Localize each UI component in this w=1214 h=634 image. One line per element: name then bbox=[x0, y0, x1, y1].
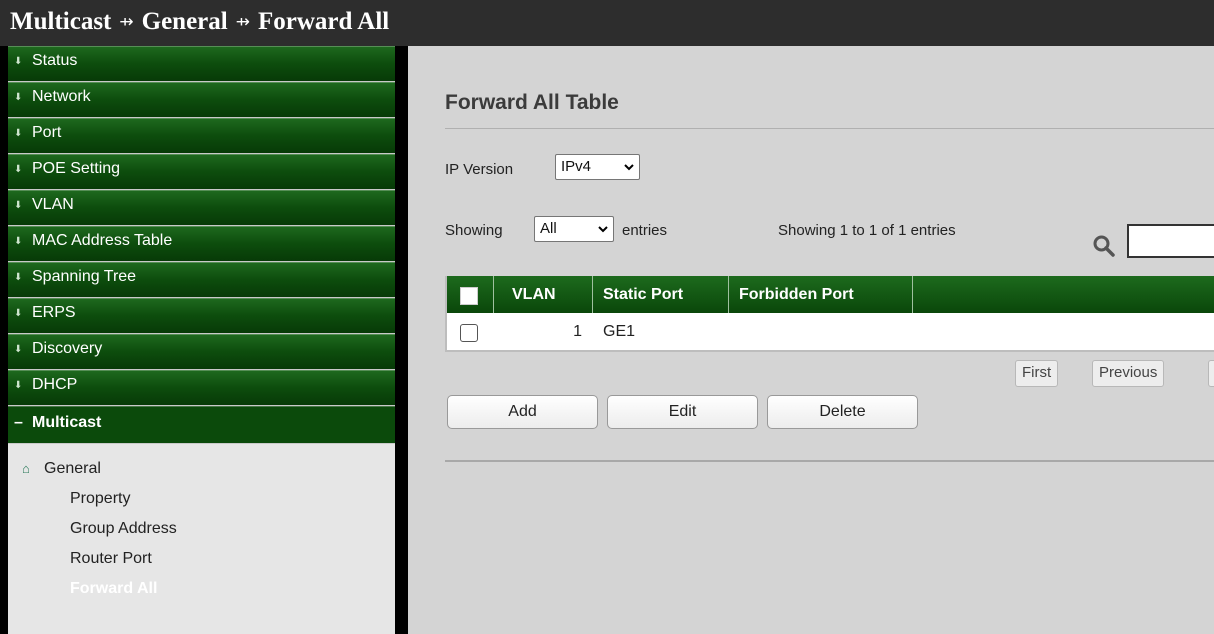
ip-version-select[interactable]: IPv4 bbox=[555, 154, 640, 180]
submenu-link-forward-all[interactable]: Forward All bbox=[8, 574, 395, 604]
sidebar-item-poe-setting[interactable]: ⬇ POE Setting bbox=[8, 154, 395, 190]
sidebar-item-multicast[interactable]: – Multicast bbox=[8, 406, 395, 444]
add-button[interactable]: Add bbox=[447, 395, 598, 429]
sidebar-item-label: DHCP bbox=[32, 376, 78, 393]
sidebar-item-status[interactable]: ⬇ Status bbox=[8, 46, 395, 82]
divider bbox=[445, 128, 1214, 129]
submenu-link-router-port[interactable]: Router Port bbox=[8, 544, 395, 574]
submenu-group-label: General bbox=[44, 460, 101, 477]
double-chevron-down-icon: ⬇ bbox=[14, 380, 23, 391]
table-header: VLAN Static Port Forbidden Port bbox=[447, 276, 1214, 313]
arrow-right-icon: ⇸ bbox=[119, 12, 134, 32]
sidebar-item-network[interactable]: ⬇ Network bbox=[8, 82, 395, 118]
breadcrumb: Multicast ⇸ General ⇸ Forward All bbox=[0, 0, 1214, 46]
sidebar-item-dhcp[interactable]: ⬇ DHCP bbox=[8, 370, 395, 406]
arrow-right-icon: ⇸ bbox=[235, 12, 250, 32]
entries-select[interactable]: All bbox=[534, 216, 614, 242]
double-chevron-down-icon: ⬇ bbox=[14, 308, 23, 319]
collapse-icon: – bbox=[14, 414, 23, 431]
multicast-submenu: ⌂ General Property Group Address Router P… bbox=[8, 444, 395, 604]
forward-all-table: VLAN Static Port Forbidden Port 1 GE1 bbox=[445, 276, 1214, 352]
cell-static-port: GE1 bbox=[603, 323, 636, 340]
pager-next-button[interactable] bbox=[1208, 360, 1214, 387]
sidebar-item-spanning-tree[interactable]: ⬇ Spanning Tree bbox=[8, 262, 395, 298]
entries-prefix-label: Showing bbox=[445, 222, 503, 239]
chevron-down-icon bbox=[624, 164, 634, 171]
sidebar-item-label: MAC Address Table bbox=[32, 232, 173, 249]
cell-vlan: 1 bbox=[573, 323, 582, 340]
sidebar-nav: ⬇ Status ⬇ Network ⬇ Port ⬇ POE Setting ⬇ VLA… bbox=[8, 46, 395, 634]
submenu-link-group-address[interactable]: Group Address bbox=[8, 514, 395, 544]
select-all-checkbox[interactable] bbox=[460, 287, 478, 305]
edit-button[interactable]: Edit bbox=[607, 395, 758, 429]
sidebar-item-label: Status bbox=[32, 52, 78, 69]
sidebar-item-erps[interactable]: ⬇ ERPS bbox=[8, 298, 395, 334]
double-chevron-down-icon: ⬇ bbox=[14, 200, 23, 211]
breadcrumb-item-multicast: Multicast bbox=[10, 8, 112, 35]
submenu-link-property[interactable]: Property bbox=[8, 484, 395, 514]
sidebar-item-discovery[interactable]: ⬇ Discovery bbox=[8, 334, 395, 370]
page-title: Forward All Table bbox=[445, 91, 619, 114]
main-content: Forward All Table IP Version IPv4 Showin… bbox=[408, 46, 1214, 634]
sidebar-item-mac-address-table[interactable]: ⬇ MAC Address Table bbox=[8, 226, 395, 262]
search-icon[interactable] bbox=[1092, 234, 1116, 258]
column-header-static-port[interactable]: Static Port bbox=[593, 276, 729, 313]
submenu-group-general[interactable]: ⌂ General bbox=[8, 454, 395, 484]
pager-first-button[interactable]: First bbox=[1015, 360, 1059, 387]
ip-version-label: IP Version bbox=[445, 161, 514, 178]
double-chevron-down-icon: ⬇ bbox=[14, 344, 23, 355]
search-input[interactable] bbox=[1127, 224, 1214, 258]
double-chevron-down-icon: ⬇ bbox=[14, 164, 23, 175]
double-chevron-down-icon: ⬇ bbox=[14, 56, 23, 67]
sidebar-item-port[interactable]: ⬇ Port bbox=[8, 118, 395, 154]
sidebar-item-label: Spanning Tree bbox=[32, 268, 137, 285]
breadcrumb-item-general: General bbox=[141, 8, 228, 35]
sidebar-item-vlan[interactable]: ⬇ VLAN bbox=[8, 190, 395, 226]
table-row[interactable]: 1 GE1 bbox=[447, 313, 1214, 350]
divider bbox=[445, 460, 1214, 462]
pager-previous-button[interactable]: Previous bbox=[1092, 360, 1165, 387]
column-header-forbidden-port[interactable]: Forbidden Port bbox=[729, 276, 913, 313]
delete-button[interactable]: Delete bbox=[767, 395, 918, 429]
entries-status: Showing 1 to 1 of 1 entries bbox=[778, 222, 956, 239]
sidebar-item-label: VLAN bbox=[32, 196, 74, 213]
double-chevron-down-icon: ⬇ bbox=[14, 92, 23, 103]
sidebar-item-label: Network bbox=[32, 88, 91, 105]
sidebar-item-label: ERPS bbox=[32, 304, 76, 321]
sidebar-item-label: POE Setting bbox=[32, 160, 121, 177]
entries-value: All bbox=[540, 220, 557, 237]
home-icon: ⌂ bbox=[22, 461, 30, 476]
header-select-cell bbox=[447, 276, 494, 313]
entries-suffix-label: entries bbox=[622, 222, 668, 239]
double-chevron-down-icon: ⬇ bbox=[14, 128, 23, 139]
double-chevron-down-icon: ⬇ bbox=[14, 272, 23, 283]
ip-version-value: IPv4 bbox=[561, 158, 592, 175]
chevron-down-icon bbox=[598, 226, 608, 233]
column-header-vlan[interactable]: VLAN bbox=[494, 276, 593, 313]
double-chevron-down-icon: ⬇ bbox=[14, 236, 23, 247]
breadcrumb-item-forward-all: Forward All bbox=[257, 8, 390, 35]
sidebar-item-label: Multicast bbox=[32, 414, 102, 431]
row-checkbox[interactable] bbox=[460, 324, 478, 342]
sidebar-item-label: Port bbox=[32, 124, 62, 141]
sidebar-item-label: Discovery bbox=[32, 340, 103, 357]
